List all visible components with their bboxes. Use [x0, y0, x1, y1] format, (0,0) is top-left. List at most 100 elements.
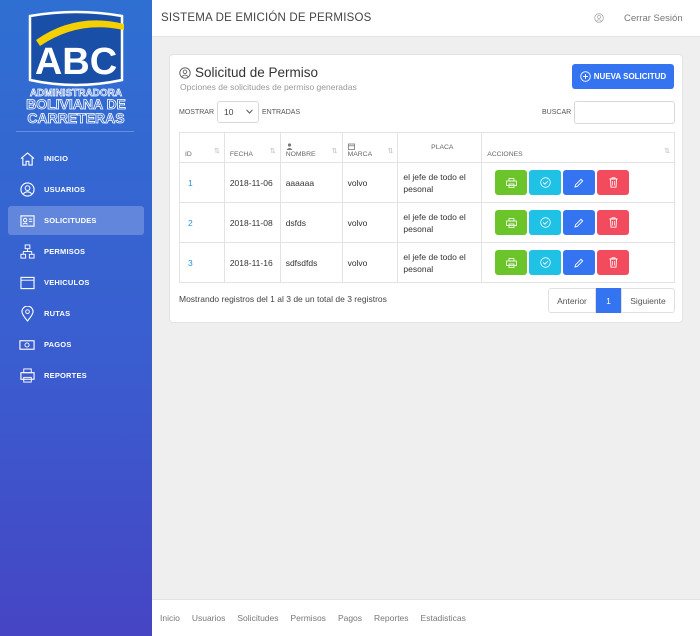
pencil-icon [574, 218, 584, 228]
map-pin-icon [19, 305, 35, 322]
row-nombre: aaaaaa [279, 162, 343, 203]
pencil-icon [574, 258, 584, 268]
user-circle-icon [19, 182, 35, 198]
check-circle-icon [539, 257, 551, 268]
row-placa: el jefe de todo el pesonal [397, 202, 483, 243]
top-bar: SISTEMA DE EMICIÓN DE PERMISOS Cerrar Se… [152, 0, 700, 37]
sidebar-item-reportes[interactable]: REPORTES [8, 361, 144, 390]
pagination: Anterior 1 Siguiente [548, 288, 675, 313]
approve-button[interactable] [529, 210, 562, 235]
sidebar-item-label: SOLICITUDES [44, 216, 97, 225]
new-request-button[interactable]: NUEVA SOLICITUD [572, 64, 674, 89]
edit-button[interactable] [563, 210, 596, 235]
row-marca: volvo [341, 162, 399, 203]
column-header-acciones[interactable]: ACCIONES ⇅ [481, 132, 675, 163]
user-icon [286, 143, 293, 150]
footer-link-reportes[interactable]: Reportes [374, 613, 409, 623]
printer-icon [505, 257, 517, 268]
delete-button[interactable] [597, 250, 630, 275]
footer: Inicio Usuarios Solicitudes Permisos Pag… [152, 599, 700, 636]
sort-icon: ⇅ [387, 148, 394, 155]
svg-text:ABC: ABC [35, 41, 117, 83]
printer-icon [19, 368, 35, 384]
search-label: BUSCAR [542, 109, 572, 116]
row-fecha: 2018-11-08 [223, 202, 281, 243]
footer-link-usuarios[interactable]: Usuarios [192, 613, 226, 623]
page-size-value: 10 [224, 107, 234, 117]
new-request-label: NUEVA SOLICITUD [593, 72, 667, 81]
approve-button[interactable] [529, 250, 562, 275]
column-header-placa[interactable]: PLACA [397, 132, 483, 163]
search-input[interactable] [574, 101, 676, 124]
table-info: Mostrando registros del 1 al 3 de un tot… [179, 294, 387, 304]
footer-link-solicitudes[interactable]: Solicitudes [237, 613, 278, 623]
edit-button[interactable] [563, 170, 596, 195]
print-button[interactable] [495, 250, 528, 275]
id-card-icon [19, 213, 35, 229]
page-size-select[interactable]: 10 [217, 101, 259, 123]
card-subtitle: Opciones de solicitudes de permiso gener… [180, 82, 357, 92]
sort-icon: ⇅ [269, 148, 276, 155]
row-actions [481, 242, 675, 283]
delete-button[interactable] [597, 170, 630, 195]
sidebar-item-label: RUTAS [44, 309, 71, 318]
sidebar-item-vehiculos[interactable]: VEHICULOS [8, 268, 144, 297]
sidebar-item-label: PERMISOS [44, 247, 86, 256]
row-id-link[interactable]: 2 [179, 202, 225, 243]
card-header: Solicitud de Permiso [179, 65, 318, 80]
sidebar-item-rutas[interactable]: RUTAS [8, 299, 144, 328]
check-circle-icon [539, 177, 551, 188]
trash-icon [609, 217, 618, 228]
sidebar-item-permisos[interactable]: PERMISOS [8, 237, 144, 266]
column-header-marca[interactable]: MARCA ⇅ [341, 132, 399, 163]
window-icon [19, 275, 35, 291]
sort-icon: ⇅ [664, 148, 670, 155]
sitemap-icon [19, 244, 35, 260]
print-button[interactable] [495, 170, 528, 195]
search-control: BUSCAR [542, 101, 676, 124]
printer-icon [505, 217, 517, 228]
prev-page-button[interactable]: Anterior [548, 288, 596, 313]
row-marca: volvo [341, 202, 399, 243]
row-fecha: 2018-11-06 [223, 162, 281, 203]
column-header-nombre[interactable]: NOMBRE ⇅ [279, 132, 343, 163]
app-title: SISTEMA DE EMICIÓN DE PERMISOS [161, 12, 372, 24]
sidebar-item-inicio[interactable]: INICIO [8, 144, 144, 173]
sidebar-item-label: PAGOS [44, 340, 72, 349]
edit-button[interactable] [563, 250, 596, 275]
printer-icon [505, 177, 517, 188]
column-header-id[interactable]: ID ⇅ [179, 132, 225, 163]
user-icon[interactable] [594, 13, 604, 23]
footer-link-pagos[interactable]: Pagos [338, 613, 362, 623]
requests-table: ID ⇅ FECHA ⇅ NOMBRE ⇅ MARCA ⇅ PLACA ACCIONES… [179, 132, 675, 283]
approve-button[interactable] [529, 170, 562, 195]
table-row: 1 2018-11-06 aaaaaa volvo el jefe de tod… [179, 162, 675, 203]
table-row: 3 2018-11-16 sdfsdfds volvo el jefe de t… [179, 242, 675, 283]
solicitudes-card: Solicitud de Permiso Opciones de solicit… [169, 54, 683, 323]
chevron-down-icon [246, 109, 253, 114]
sort-icon: ⇅ [213, 148, 220, 155]
page-button-current[interactable]: 1 [596, 288, 621, 313]
home-icon [19, 151, 35, 167]
svg-text:CARRETERAS: CARRETERAS [27, 110, 124, 125]
sidebar-item-usuarios[interactable]: USUARIOS [8, 175, 144, 204]
sidebar-item-pagos[interactable]: PAGOS [8, 330, 144, 359]
row-id-link[interactable]: 3 [179, 242, 225, 283]
row-actions [481, 162, 675, 203]
print-button[interactable] [495, 210, 528, 235]
next-page-button[interactable]: Siguiente [621, 288, 675, 313]
row-id-link[interactable]: 1 [179, 162, 225, 203]
column-header-fecha[interactable]: FECHA ⇅ [223, 132, 281, 163]
check-circle-icon [539, 217, 551, 228]
sidebar-item-label: USUARIOS [44, 185, 86, 194]
footer-link-estadisticas[interactable]: Estadisticas [421, 613, 466, 623]
row-placa: el jefe de todo el pesonal [397, 242, 483, 283]
logout-link[interactable]: Cerrar Sesión [624, 13, 683, 24]
footer-link-permisos[interactable]: Permisos [291, 613, 326, 623]
logo-divider [16, 131, 134, 132]
footer-link-inicio[interactable]: Inicio [160, 613, 180, 623]
row-marca: volvo [341, 242, 399, 283]
sidebar-item-solicitudes[interactable]: SOLICITUDES [8, 206, 144, 235]
delete-button[interactable] [597, 210, 630, 235]
trash-icon [609, 257, 618, 268]
